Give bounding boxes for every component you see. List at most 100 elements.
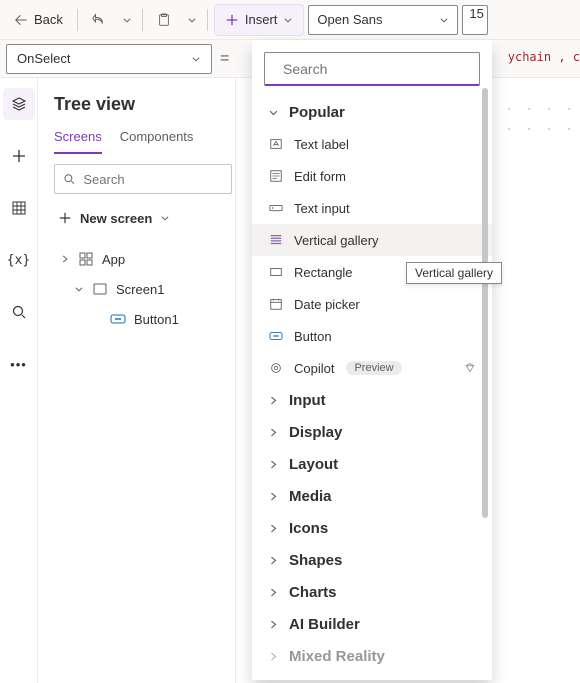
braces-icon: {x} bbox=[7, 253, 30, 268]
divider bbox=[207, 9, 208, 31]
item-label: Vertical gallery bbox=[294, 233, 379, 248]
insert-item-button[interactable]: Button bbox=[252, 320, 492, 352]
new-screen-button[interactable]: New screen bbox=[54, 202, 235, 234]
tree-search-input[interactable] bbox=[81, 171, 223, 188]
chevron-right-icon bbox=[268, 587, 279, 598]
undo-icon bbox=[92, 13, 106, 27]
search-icon bbox=[63, 172, 75, 186]
insert-search[interactable] bbox=[264, 52, 480, 86]
item-label: Rectangle bbox=[294, 265, 353, 280]
chevron-right-icon bbox=[268, 395, 279, 406]
item-label: Text input bbox=[294, 201, 350, 216]
category-shapes[interactable]: Shapes bbox=[252, 544, 492, 576]
rail-tree-view[interactable] bbox=[3, 88, 35, 120]
screen-icon bbox=[92, 281, 108, 297]
chevron-right-icon[interactable] bbox=[60, 254, 70, 264]
divider bbox=[142, 9, 143, 31]
font-dropdown[interactable]: Open Sans bbox=[308, 5, 458, 35]
copilot-icon bbox=[269, 361, 283, 375]
paste-button[interactable] bbox=[149, 4, 179, 36]
undo-split-button[interactable] bbox=[118, 4, 136, 36]
button-icon bbox=[269, 329, 283, 343]
undo-button[interactable] bbox=[84, 4, 114, 36]
chevron-right-icon bbox=[268, 555, 279, 566]
insert-item-copilot[interactable]: Copilot Preview bbox=[252, 352, 492, 384]
paste-split-button[interactable] bbox=[183, 4, 201, 36]
insert-scroll-area[interactable]: Popular Text label Edit form Text input … bbox=[252, 96, 492, 672]
insert-item-vertical-gallery[interactable]: Vertical gallery bbox=[252, 224, 492, 256]
category-label: Charts bbox=[289, 584, 337, 601]
button-control-icon bbox=[110, 311, 126, 327]
insert-item-text-input[interactable]: Text input bbox=[252, 192, 492, 224]
tab-components[interactable]: Components bbox=[120, 125, 194, 154]
chevron-down-icon[interactable] bbox=[74, 284, 84, 294]
ellipsis-icon: ••• bbox=[10, 357, 27, 372]
chevron-right-icon bbox=[268, 651, 279, 662]
tooltip-text: Vertical gallery bbox=[415, 266, 493, 280]
category-input[interactable]: Input bbox=[252, 384, 492, 416]
tree-item-app[interactable]: App bbox=[54, 244, 235, 274]
chevron-right-icon bbox=[268, 619, 279, 630]
rail-insert[interactable] bbox=[3, 140, 35, 172]
category-icons[interactable]: Icons bbox=[252, 512, 492, 544]
insert-item-text-label[interactable]: Text label bbox=[252, 128, 492, 160]
rail-search[interactable] bbox=[3, 296, 35, 328]
font-value: Open Sans bbox=[317, 12, 382, 27]
tree-view-title: Tree view bbox=[54, 94, 235, 115]
category-media[interactable]: Media bbox=[252, 480, 492, 512]
rail-more[interactable]: ••• bbox=[3, 348, 35, 380]
preview-badge: Preview bbox=[346, 361, 401, 375]
category-layout[interactable]: Layout bbox=[252, 448, 492, 480]
divider bbox=[77, 9, 78, 31]
top-toolbar: Back Insert Open Sans 15 bbox=[0, 0, 580, 40]
plus-icon bbox=[58, 211, 72, 225]
tooltip: Vertical gallery bbox=[406, 262, 502, 284]
chevron-down-icon bbox=[187, 15, 197, 25]
category-label: Popular bbox=[289, 104, 345, 121]
tree-item-button1[interactable]: Button1 bbox=[54, 304, 235, 334]
category-label: Layout bbox=[289, 456, 338, 473]
category-mixed-reality[interactable]: Mixed Reality bbox=[252, 640, 492, 672]
plus-icon bbox=[11, 148, 27, 164]
tab-screens[interactable]: Screens bbox=[54, 125, 102, 154]
premium-icon bbox=[464, 362, 476, 374]
rail-variables[interactable]: {x} bbox=[3, 244, 35, 276]
font-size-input[interactable]: 15 bbox=[462, 5, 488, 35]
rectangle-icon bbox=[269, 265, 283, 279]
chevron-down-icon bbox=[191, 54, 201, 64]
item-label: Button bbox=[294, 329, 332, 344]
insert-item-edit-form[interactable]: Edit form bbox=[252, 160, 492, 192]
left-rail: {x} ••• bbox=[0, 78, 38, 683]
property-dropdown[interactable]: OnSelect bbox=[6, 44, 212, 74]
back-label: Back bbox=[34, 12, 63, 27]
canvas-area[interactable] bbox=[498, 78, 580, 158]
insert-search-input[interactable] bbox=[281, 60, 466, 78]
category-display[interactable]: Display bbox=[252, 416, 492, 448]
scrollbar[interactable] bbox=[482, 88, 488, 518]
item-label: Text label bbox=[294, 137, 349, 152]
equals-label: = bbox=[220, 50, 229, 68]
category-ai-builder[interactable]: AI Builder bbox=[252, 608, 492, 640]
grid-icon bbox=[11, 200, 27, 216]
category-label: Shapes bbox=[289, 552, 342, 569]
insert-item-date-picker[interactable]: Date picker bbox=[252, 288, 492, 320]
text-input-icon bbox=[269, 201, 283, 215]
chevron-down-icon bbox=[160, 213, 170, 223]
insert-button[interactable]: Insert bbox=[214, 4, 305, 36]
layers-icon bbox=[11, 96, 27, 112]
category-charts[interactable]: Charts bbox=[252, 576, 492, 608]
tree-item-screen1[interactable]: Screen1 bbox=[54, 274, 235, 304]
arrow-left-icon bbox=[14, 13, 28, 27]
tree-search[interactable] bbox=[54, 164, 232, 194]
tree-item-label: App bbox=[102, 252, 125, 267]
rail-data[interactable] bbox=[3, 192, 35, 224]
clipboard-icon bbox=[157, 13, 171, 27]
category-popular[interactable]: Popular bbox=[252, 96, 492, 128]
tree-item-label: Button1 bbox=[134, 312, 179, 327]
calendar-icon bbox=[269, 297, 283, 311]
property-value: OnSelect bbox=[17, 51, 70, 66]
back-button[interactable]: Back bbox=[6, 4, 71, 36]
text-label-icon bbox=[269, 137, 283, 151]
chevron-right-icon bbox=[268, 427, 279, 438]
font-size-value: 15 bbox=[469, 6, 483, 21]
